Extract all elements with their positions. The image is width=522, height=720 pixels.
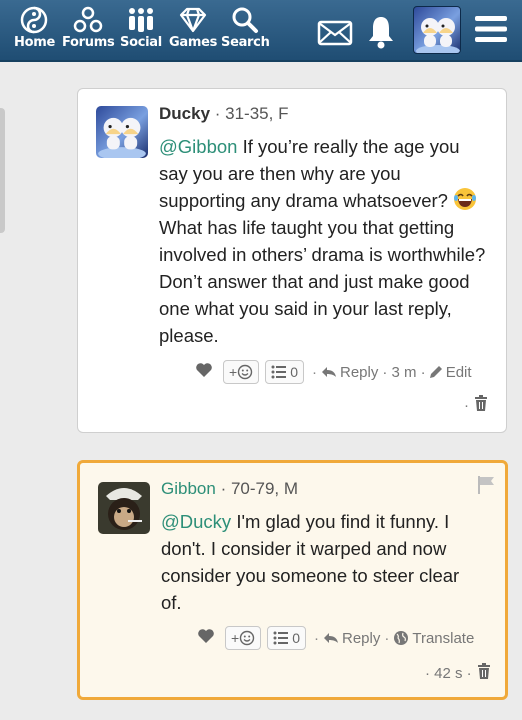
comment-card-highlighted: Gibbon · 70-79, M @Ducky I'm glad you fi…	[77, 460, 508, 700]
mention-link[interactable]: @Ducky	[161, 511, 231, 532]
reply-label: Reply	[339, 363, 379, 381]
add-reaction-label: +	[231, 630, 240, 646]
laughing-emoji-icon	[453, 187, 477, 211]
comment-time: · 3 m ·	[382, 363, 426, 381]
edit-button[interactable]: Edit	[429, 364, 472, 381]
nav-games-label: Games	[169, 35, 218, 50]
comment-time: · 42 s ·	[425, 664, 472, 682]
comment-header: Gibbon · 70-79, M	[161, 479, 298, 499]
search-icon	[230, 6, 260, 34]
nav-social[interactable]: Social	[120, 6, 162, 50]
diamond-icon	[178, 6, 208, 34]
author-name[interactable]: Ducky	[159, 104, 210, 123]
top-navigation-bar: Home Forums Social Games Search	[0, 0, 522, 62]
nav-social-label: Social	[120, 35, 162, 50]
mail-icon[interactable]	[317, 20, 353, 46]
nav-forums[interactable]: Forums	[62, 6, 115, 50]
reply-arrow-icon	[323, 633, 338, 643]
nav-home-label: Home	[14, 35, 55, 50]
add-reaction-button[interactable]: +	[223, 360, 260, 384]
reply-translate-separator: ·	[384, 629, 390, 647]
heart-icon[interactable]	[197, 628, 215, 648]
user-avatar[interactable]	[413, 6, 461, 54]
comment-text-part-b: What has life taught you that getting in…	[159, 217, 486, 346]
replies-count: 0	[292, 630, 300, 646]
yin-yang-icon	[19, 6, 49, 34]
comment-card: Ducky · 31-35, F @Gibbon If you’re reall…	[77, 88, 507, 433]
add-reaction-button[interactable]: +	[225, 626, 262, 650]
flag-icon[interactable]	[477, 475, 497, 500]
list-icon	[271, 365, 287, 379]
nav-search[interactable]: Search	[221, 6, 270, 50]
comment-actions: + 0 · Reply · 3 m · Edit	[195, 360, 472, 384]
comment-actions: + 0 · Reply · Translate	[197, 626, 474, 650]
add-reaction-label: +	[229, 364, 238, 380]
reply-button[interactable]: Reply	[323, 630, 380, 647]
people-icon	[73, 6, 103, 34]
translate-label: Translate	[412, 629, 475, 647]
reply-button[interactable]: Reply	[321, 364, 378, 381]
nav-games[interactable]: Games	[169, 6, 217, 50]
globe-icon	[394, 631, 409, 645]
nav-forums-label: Forums	[62, 35, 115, 50]
smiley-icon	[237, 364, 253, 380]
pencil-icon	[429, 366, 442, 378]
bell-icon[interactable]	[366, 14, 396, 50]
group-icon	[126, 6, 156, 34]
replies-count-button[interactable]: 0	[267, 626, 306, 650]
delete-row: ·	[464, 395, 488, 415]
author-meta: · 70-79, M	[220, 479, 299, 498]
mention-link[interactable]: @Gibbon	[159, 136, 237, 157]
replies-count: 0	[290, 364, 298, 380]
trash-icon[interactable]	[477, 663, 491, 683]
nav-search-label: Search	[221, 35, 270, 50]
delete-separator: ·	[464, 396, 469, 414]
delete-row: · 42 s ·	[425, 663, 491, 683]
author-name[interactable]: Gibbon	[161, 479, 216, 498]
avatar[interactable]	[98, 482, 150, 534]
side-drawer-handle[interactable]	[0, 108, 5, 233]
nav-home[interactable]: Home	[14, 6, 55, 50]
trash-icon[interactable]	[474, 395, 488, 415]
comment-header: Ducky · 31-35, F	[159, 104, 288, 124]
reply-label: Reply	[341, 629, 381, 647]
list-icon	[273, 631, 289, 645]
smiley-icon	[239, 630, 255, 646]
avatar[interactable]	[96, 106, 148, 158]
reply-arrow-icon	[321, 367, 336, 377]
replies-count-button[interactable]: 0	[265, 360, 304, 384]
comment-text: @Gibbon If you’re really the age you say…	[159, 133, 489, 349]
heart-icon[interactable]	[195, 362, 213, 382]
edit-label: Edit	[445, 363, 472, 381]
menu-icon[interactable]	[474, 14, 508, 44]
author-meta: · 31-35, F	[214, 104, 289, 123]
translate-button[interactable]: Translate	[393, 630, 474, 647]
comment-text: @Ducky I'm glad you find it funny. I don…	[161, 508, 471, 616]
